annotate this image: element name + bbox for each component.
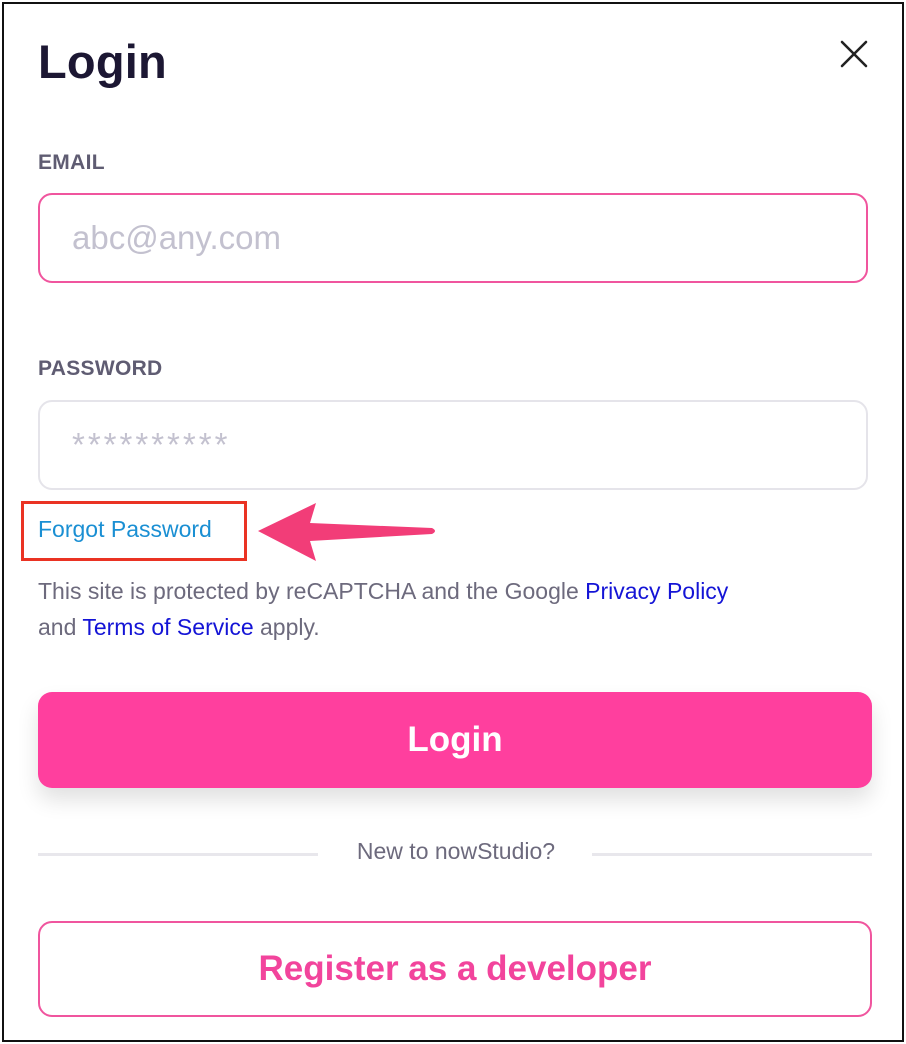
dialog-title: Login bbox=[38, 35, 167, 88]
password-input[interactable] bbox=[38, 400, 868, 490]
register-developer-button[interactable]: Register as a developer bbox=[38, 921, 872, 1017]
privacy-policy-link[interactable]: Privacy Policy bbox=[585, 578, 728, 604]
divider-line-left bbox=[38, 853, 318, 856]
email-label: EMAIL bbox=[38, 151, 105, 174]
divider-text: New to nowStudio? bbox=[356, 838, 556, 864]
password-label: PASSWORD bbox=[38, 357, 163, 380]
notice-text-middle: and bbox=[38, 614, 77, 640]
notice-text-after: apply. bbox=[260, 614, 320, 640]
recaptcha-notice: This site is protected by reCAPTCHA and … bbox=[38, 573, 878, 645]
forgot-password-link[interactable]: Forgot Password bbox=[38, 516, 212, 543]
terms-of-service-link[interactable]: Terms of Service bbox=[82, 614, 253, 640]
pointer-arrow-icon bbox=[258, 503, 435, 561]
login-button[interactable]: Login bbox=[38, 692, 872, 788]
email-input[interactable] bbox=[38, 193, 868, 283]
notice-text-before: This site is protected by reCAPTCHA and … bbox=[38, 578, 579, 604]
close-icon[interactable] bbox=[836, 36, 872, 72]
login-dialog: Login EMAIL PASSWORD Forgot Password Thi… bbox=[2, 2, 904, 1042]
divider-line-right bbox=[592, 853, 872, 856]
